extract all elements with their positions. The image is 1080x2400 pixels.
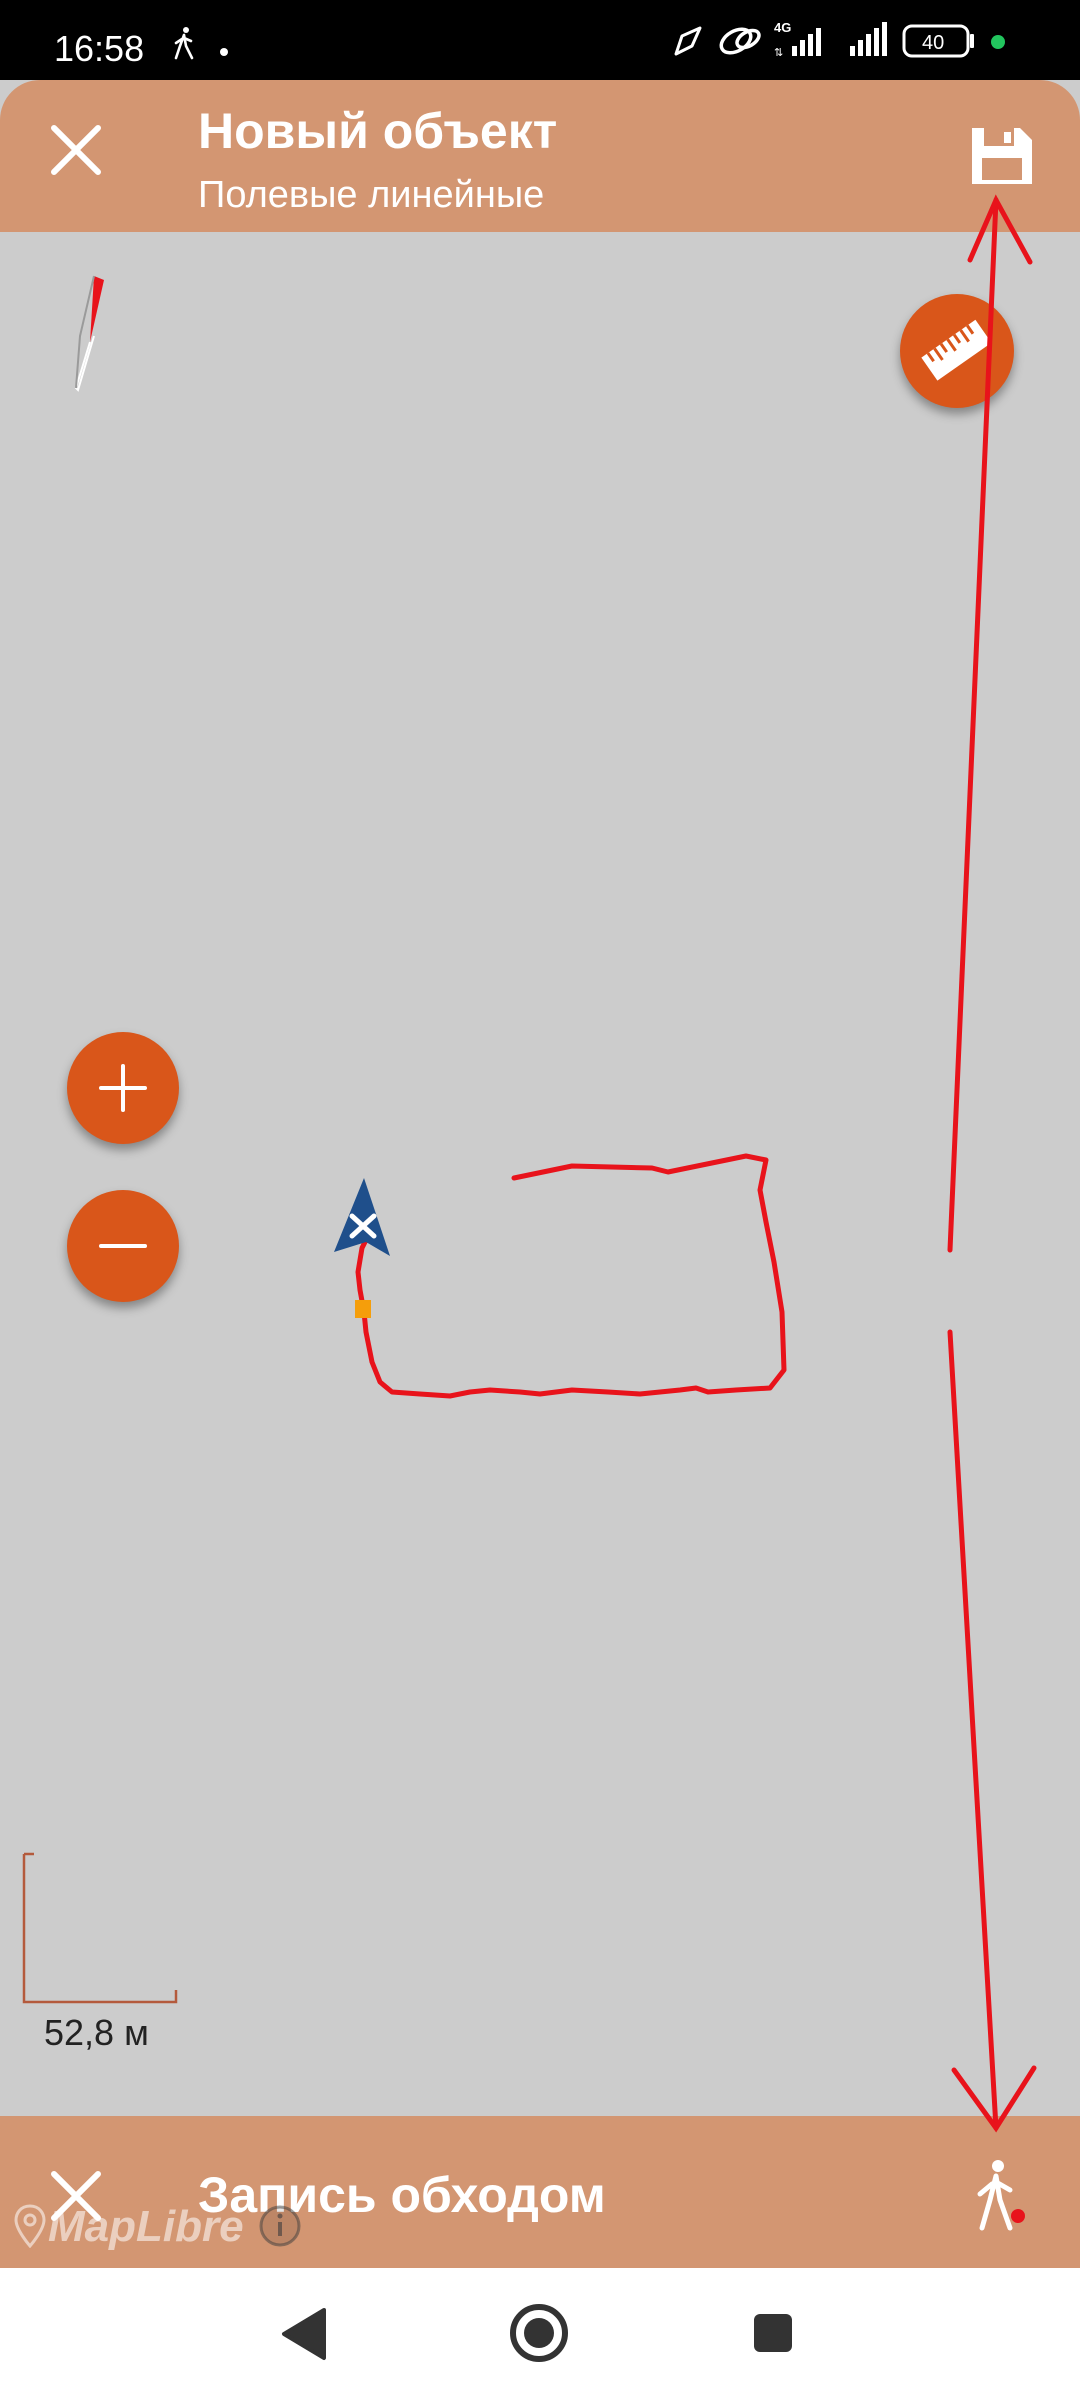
zoom-out-button[interactable] xyxy=(67,1190,179,1302)
save-icon[interactable] xyxy=(968,124,1036,188)
minus-icon xyxy=(99,1244,147,1248)
zoom-in-button[interactable] xyxy=(67,1032,179,1144)
top-app-bar: Новый объект Полевые линейные xyxy=(0,80,1080,232)
scale-bar xyxy=(22,1852,178,2004)
battery-icon: 40 xyxy=(902,24,974,58)
measure-button[interactable] xyxy=(900,294,1014,408)
recorded-track xyxy=(355,1153,787,1399)
status-time: 16:58 xyxy=(54,28,145,69)
recents-icon[interactable] xyxy=(752,2312,794,2354)
svg-text:4G: 4G xyxy=(774,20,791,35)
page-subtitle: Полевые линейные xyxy=(198,174,545,216)
link-icon xyxy=(719,27,761,55)
ruler-icon xyxy=(921,319,992,381)
signal-4g-icon: 4G ⇅ xyxy=(774,20,821,59)
svg-text:⇅: ⇅ xyxy=(774,47,783,59)
close-icon[interactable] xyxy=(44,118,108,182)
status-bar: 16:58 4G ⇅ 40 xyxy=(0,0,1080,80)
vertex-marker xyxy=(355,1300,371,1318)
location-icon xyxy=(674,26,702,56)
back-icon[interactable] xyxy=(278,2306,328,2362)
signal-icon xyxy=(850,22,887,56)
map-view[interactable]: 52,8 м xyxy=(0,232,1080,2116)
status-icons: 4G ⇅ 40 xyxy=(674,20,1005,59)
screen: 16:58 4G ⇅ 40 Новый объект Полевые линей… xyxy=(0,0,1080,2400)
page-title: Новый объект xyxy=(198,103,558,159)
maplibre-logo-text: MapLibre xyxy=(48,2202,244,2251)
home-icon[interactable] xyxy=(508,2302,570,2364)
walking-icon xyxy=(174,27,194,60)
maplibre-attribution[interactable]: MapLibre xyxy=(14,2198,314,2258)
compass-icon[interactable] xyxy=(60,272,110,392)
plus-icon xyxy=(99,1064,147,1112)
privacy-dot xyxy=(991,35,1005,49)
info-icon[interactable] xyxy=(258,2204,302,2248)
map-pin-icon xyxy=(14,2204,46,2248)
map-canvas xyxy=(334,1153,787,1399)
svg-text:40: 40 xyxy=(922,32,944,54)
walk-record-icon[interactable] xyxy=(968,2158,1028,2238)
bottom-bar: Запись обходом MapLibre xyxy=(0,2116,1080,2268)
system-nav-bar xyxy=(0,2268,1080,2400)
notification-dot xyxy=(220,48,228,56)
scale-label: 52,8 м xyxy=(44,2012,149,2053)
